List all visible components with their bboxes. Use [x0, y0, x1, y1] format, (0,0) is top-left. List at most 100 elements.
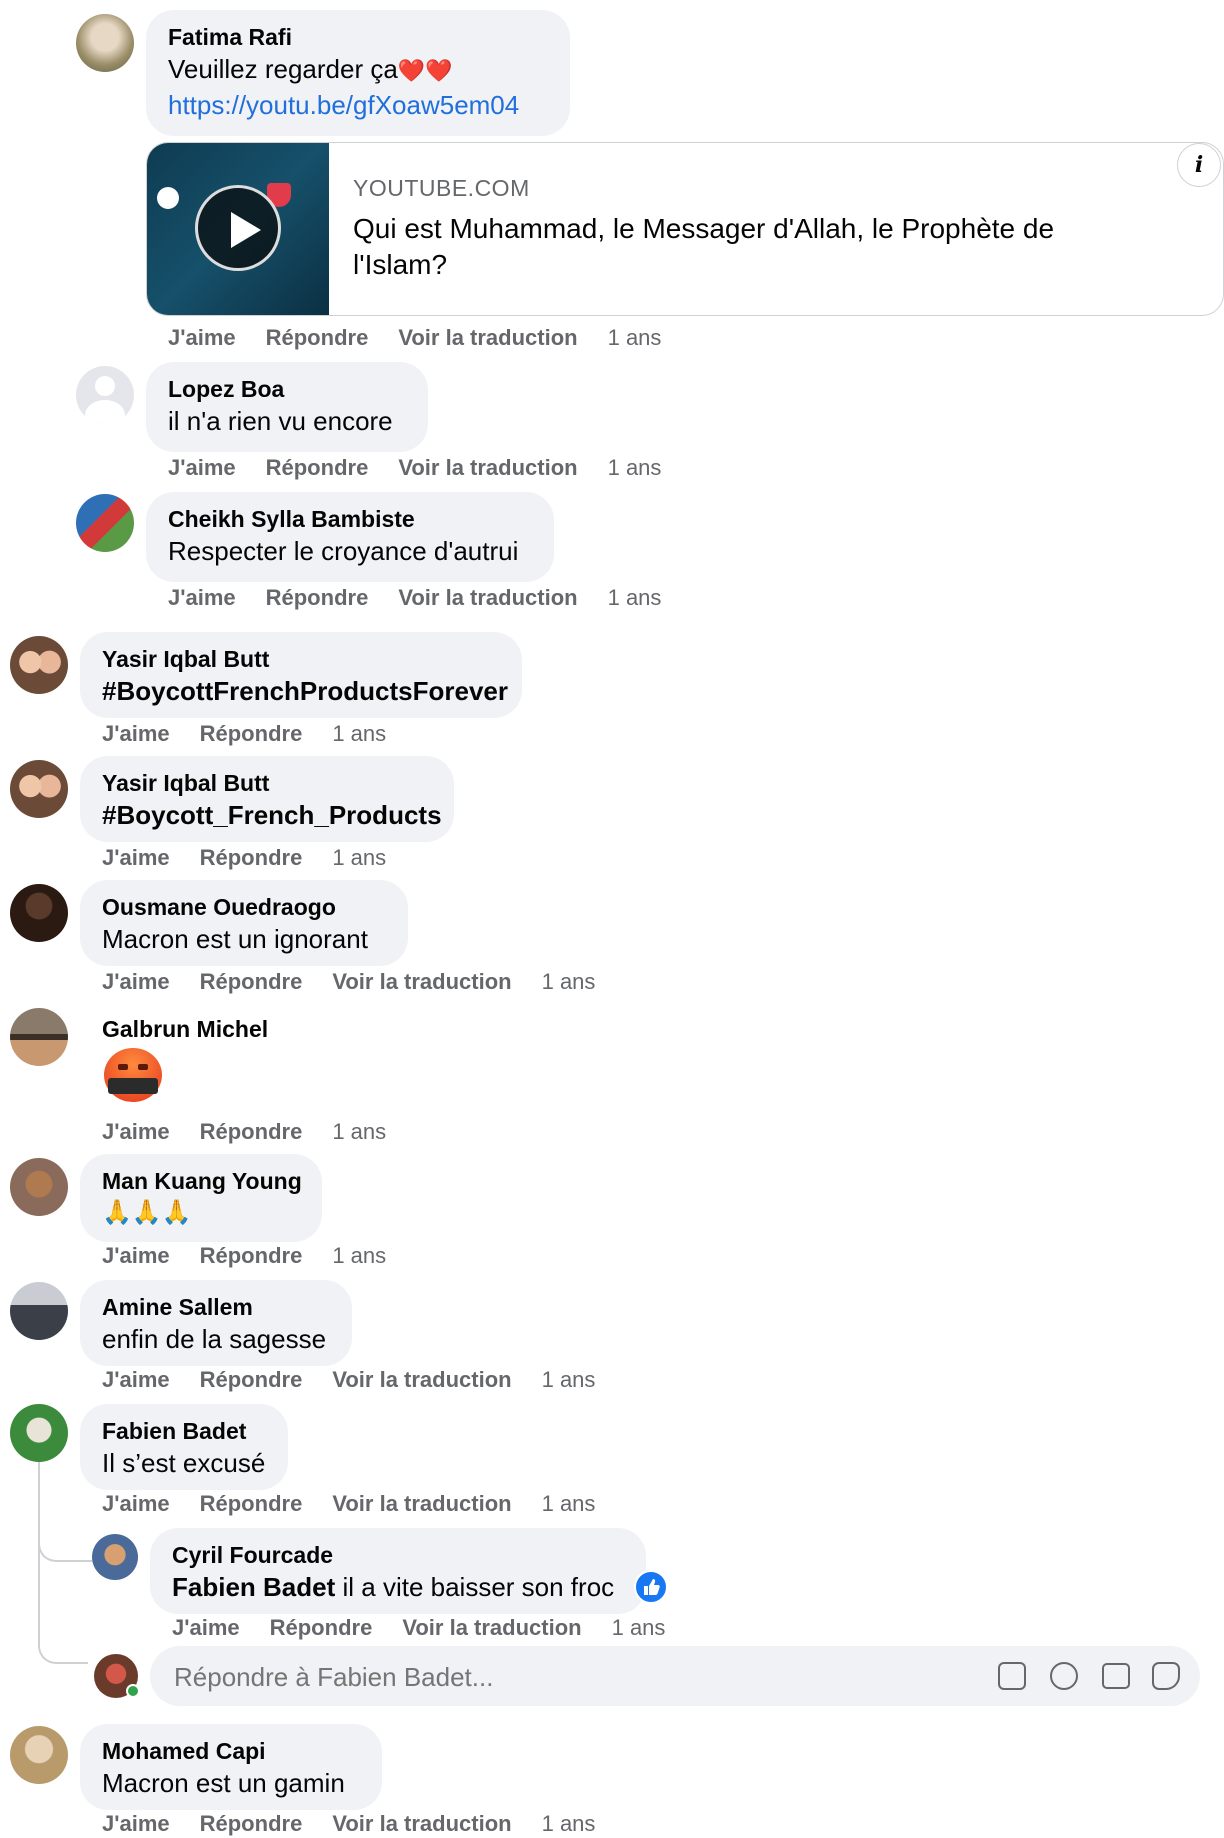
avatar[interactable] — [10, 1726, 68, 1784]
timestamp[interactable]: 1 ans — [608, 584, 662, 612]
reply-button[interactable]: Répondre — [200, 1490, 303, 1518]
comment-actions: J'aime Répondre Voir la traduction 1 ans — [168, 454, 661, 482]
timestamp[interactable]: 1 ans — [332, 1118, 386, 1146]
comment-text: 🙏🙏🙏 — [102, 1199, 192, 1226]
reply-button[interactable]: Répondre — [200, 844, 303, 872]
reply-button[interactable]: Répondre — [200, 1366, 303, 1394]
thread-connector — [38, 1530, 92, 1562]
like-button[interactable]: J'aime — [102, 844, 170, 872]
timestamp[interactable]: 1 ans — [542, 1490, 596, 1518]
comment-text: enfin de la sagesse — [102, 1324, 327, 1354]
hashtag-link[interactable]: #Boycott_French_Products — [102, 798, 442, 832]
avatar[interactable] — [76, 366, 134, 424]
video-thumbnail[interactable] — [147, 143, 329, 315]
reply-button[interactable]: Répondre — [266, 454, 369, 482]
preview-title-line-2[interactable]: l'Islam? — [353, 247, 447, 283]
translate-button[interactable]: Voir la traduction — [402, 1614, 581, 1642]
translate-button[interactable]: Voir la traduction — [332, 1366, 511, 1394]
comment-author[interactable]: Yasir Iqbal Butt — [102, 644, 500, 674]
comment-author[interactable]: Ousmane Ouedraogo — [102, 892, 386, 922]
reply-button[interactable]: Répondre — [266, 584, 369, 612]
timestamp[interactable]: 1 ans — [332, 720, 386, 748]
reply-button[interactable]: Répondre — [266, 324, 369, 352]
reply-input-box[interactable] — [150, 1646, 1200, 1706]
timestamp[interactable]: 1 ans — [608, 324, 662, 352]
translate-button[interactable]: Voir la traduction — [332, 1810, 511, 1838]
reply-input[interactable] — [172, 1658, 956, 1696]
avatar[interactable] — [10, 1158, 68, 1216]
reply-button[interactable]: Répondre — [200, 720, 303, 748]
like-button[interactable]: J'aime — [102, 1810, 170, 1838]
translate-button[interactable]: Voir la traduction — [398, 324, 577, 352]
comment-author[interactable]: Lopez Boa — [168, 374, 406, 404]
comment-actions: J'aime Répondre Voir la traduction 1 ans — [102, 1366, 595, 1394]
reply-button[interactable]: Répondre — [270, 1614, 373, 1642]
like-button[interactable]: J'aime — [102, 968, 170, 996]
hashtag-link[interactable]: #BoycottFrenchProductsForever — [102, 674, 508, 708]
comment-author[interactable]: Mohamed Capi — [102, 1736, 360, 1766]
like-button[interactable]: J'aime — [168, 324, 236, 352]
avatar[interactable] — [76, 494, 134, 552]
avatar[interactable] — [10, 1404, 68, 1462]
gif-icon[interactable] — [1102, 1663, 1130, 1689]
like-button[interactable]: J'aime — [102, 1242, 170, 1270]
like-button[interactable]: J'aime — [102, 720, 170, 748]
play-icon[interactable] — [195, 185, 281, 271]
avatar[interactable] — [10, 636, 68, 694]
timestamp[interactable]: 1 ans — [332, 1242, 386, 1270]
avatar[interactable] — [10, 760, 68, 818]
reply-button[interactable]: Répondre — [200, 1242, 303, 1270]
comment-actions: J'aime Répondre Voir la traduction 1 ans — [102, 1490, 595, 1518]
link-preview-card[interactable]: YOUTUBE.COM Qui est Muhammad, le Message… — [146, 142, 1224, 316]
reply-button[interactable]: Répondre — [200, 1118, 303, 1146]
comment-actions: J'aime Répondre Voir la traduction 1 ans — [168, 324, 661, 352]
comment-bubble: Ousmane Ouedraogo Macron est un ignorant — [80, 880, 408, 966]
mention-link[interactable]: Fabien Badet — [172, 1572, 335, 1602]
youtube-link[interactable]: https://youtu.be/gfXoaw5em04 — [168, 88, 548, 122]
reply-actions: J'aime Répondre Voir la traduction 1 ans — [172, 1614, 665, 1642]
sticker-icon[interactable] — [998, 1662, 1026, 1690]
translate-button[interactable]: Voir la traduction — [332, 1490, 511, 1518]
like-button[interactable]: J'aime — [102, 1490, 170, 1518]
translate-button[interactable]: Voir la traduction — [398, 454, 577, 482]
like-button[interactable]: J'aime — [168, 454, 236, 482]
timestamp[interactable]: 1 ans — [332, 844, 386, 872]
comment-text-body: Veuillez regarder ça — [168, 54, 398, 84]
comment-text: il n'a rien vu encore — [168, 406, 393, 436]
avatar[interactable] — [92, 1534, 138, 1580]
like-button[interactable]: J'aime — [102, 1366, 170, 1394]
timestamp[interactable]: 1 ans — [612, 1614, 666, 1642]
camera-icon[interactable] — [1152, 1662, 1180, 1690]
comment-bubble: Cheikh Sylla Bambiste Respecter le croya… — [146, 492, 554, 582]
avatar[interactable] — [10, 884, 68, 942]
reply-text-body: il a vite baisser son froc — [342, 1572, 615, 1602]
translate-button[interactable]: Voir la traduction — [332, 968, 511, 996]
timestamp[interactable]: 1 ans — [542, 1810, 596, 1838]
avatar[interactable] — [10, 1282, 68, 1340]
comment-author[interactable]: Yasir Iqbal Butt — [102, 768, 432, 798]
reply-author[interactable]: Cyril Fourcade — [172, 1540, 624, 1570]
avatar[interactable] — [10, 1008, 68, 1066]
timestamp[interactable]: 1 ans — [608, 454, 662, 482]
emoji-icon[interactable] — [1050, 1662, 1078, 1690]
heart-emoji-icon: ❤️❤️ — [397, 58, 453, 83]
like-button[interactable]: J'aime — [172, 1614, 240, 1642]
comment-author[interactable]: Cheikh Sylla Bambiste — [168, 504, 532, 534]
timestamp[interactable]: 1 ans — [542, 968, 596, 996]
preview-title-line-1[interactable]: Qui est Muhammad, le Messager d'Allah, l… — [353, 211, 1054, 247]
comment-author[interactable]: Fabien Badet — [102, 1416, 266, 1446]
comment-author[interactable]: Man Kuang Young — [102, 1166, 302, 1196]
like-button[interactable]: J'aime — [168, 584, 236, 612]
info-icon[interactable]: i — [1177, 143, 1221, 187]
timestamp[interactable]: 1 ans — [542, 1366, 596, 1394]
comment-actions: J'aime Répondre 1 ans — [102, 1118, 386, 1146]
comment-actions: J'aime Répondre Voir la traduction 1 ans — [102, 968, 595, 996]
reply-button[interactable]: Répondre — [200, 968, 303, 996]
translate-button[interactable]: Voir la traduction — [398, 584, 577, 612]
comment-author[interactable]: Galbrun Michel — [102, 1014, 268, 1044]
like-button[interactable]: J'aime — [102, 1118, 170, 1146]
comment-author[interactable]: Fatima Rafi — [168, 22, 548, 52]
comment-author[interactable]: Amine Sallem — [102, 1292, 330, 1322]
avatar[interactable] — [76, 14, 134, 72]
reply-button[interactable]: Répondre — [200, 1810, 303, 1838]
